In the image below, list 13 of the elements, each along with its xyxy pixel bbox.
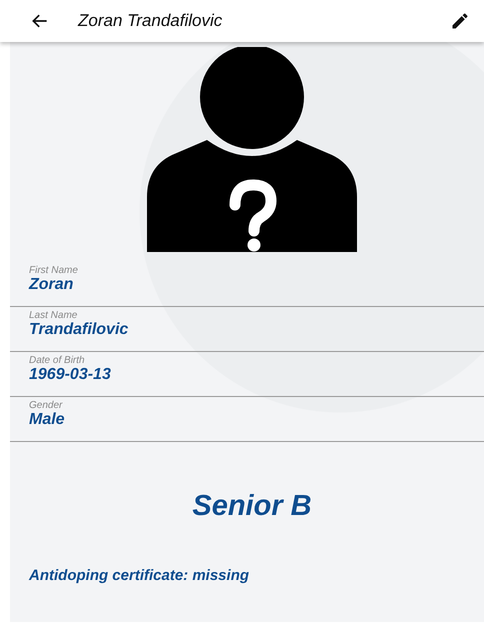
field-value: Male: [29, 411, 66, 429]
pencil-icon[interactable]: [450, 11, 470, 31]
field-label: First Name: [29, 265, 79, 276]
field-value: 1969-03-13: [29, 366, 112, 384]
avatar-silhouette-icon: [147, 47, 357, 252]
certificate-status: Antidoping certificate: missing: [28, 567, 250, 584]
field-label: Last Name: [29, 310, 78, 321]
field-label: Gender: [29, 400, 64, 411]
field-value: Zoran: [29, 276, 74, 294]
category-label: Senior B: [191, 490, 313, 523]
field-label: Date of Birth: [29, 355, 86, 366]
window-title: Zoran Trandafilovic: [78, 11, 224, 31]
field-value: Trandafilovic: [29, 321, 130, 339]
